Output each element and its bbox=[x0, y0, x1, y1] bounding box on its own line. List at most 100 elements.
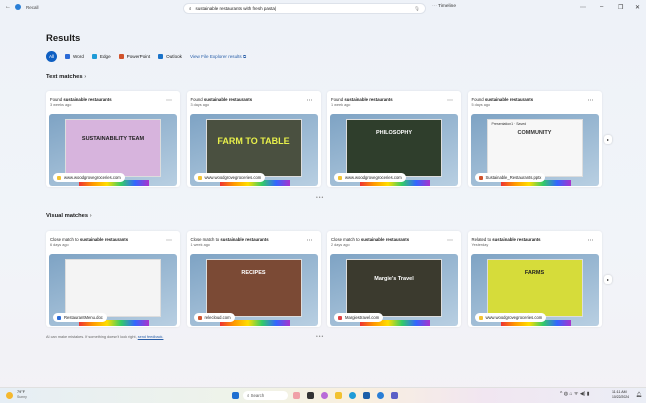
recall-taskbar-icon[interactable] bbox=[377, 392, 384, 399]
more-options-icon[interactable]: ⋯ bbox=[166, 97, 172, 104]
slide-preview: RECIPES bbox=[205, 259, 302, 317]
screenshot-thumbnail[interactable]: RestaurantMenu.doc bbox=[49, 254, 177, 326]
clock-time: 11:11 AM bbox=[612, 390, 627, 394]
more-options-icon[interactable]: ⋯ bbox=[307, 97, 313, 104]
recall-logo-icon bbox=[15, 4, 21, 10]
source-app-icon bbox=[338, 175, 342, 180]
filter-word[interactable]: Word bbox=[65, 54, 84, 59]
slide-preview: Margie's Travel bbox=[346, 259, 442, 317]
edge-icon bbox=[91, 54, 97, 59]
filter-powerpoint[interactable]: PowerPoint bbox=[118, 54, 150, 59]
slide-preview: PHILOSOPHY bbox=[346, 119, 442, 177]
teams-icon[interactable] bbox=[391, 392, 398, 399]
timeline-button[interactable]: ⋯ Timeline bbox=[432, 4, 456, 9]
source-app-icon bbox=[57, 175, 61, 180]
copilot-icon[interactable] bbox=[321, 392, 328, 399]
next-arrow-visual-matches[interactable]: ▸ bbox=[604, 275, 612, 284]
minimize-icon[interactable]: – bbox=[600, 4, 603, 10]
pagination-dots[interactable]: ••• bbox=[316, 334, 324, 340]
weather-sun-icon[interactable] bbox=[6, 392, 13, 399]
title-bar: ← Recall ⌕ sustainable restaurants with … bbox=[0, 0, 646, 16]
screenshot-thumbnail[interactable]: Presentation1 · Saved COMMUNITY Sustaina… bbox=[470, 114, 599, 186]
search-icon: ⌕ bbox=[189, 6, 192, 11]
card-time: 1 week ago bbox=[331, 103, 351, 107]
store-icon[interactable] bbox=[363, 392, 370, 399]
visual-matches-heading[interactable]: Visual matches › bbox=[46, 213, 92, 219]
result-card[interactable]: Related to sustainable restaurants Yeste… bbox=[467, 231, 602, 327]
source-pill[interactable]: www.woodgrovegroceries.com bbox=[474, 313, 547, 322]
disclaimer: AI can make mistakes. If something doesn… bbox=[46, 335, 164, 339]
slide-title: FARMS bbox=[524, 270, 545, 276]
filter-bar: All Word Edge PowerPoint Outlook View File Ex… bbox=[46, 51, 246, 62]
restore-icon[interactable]: ❐ bbox=[618, 4, 623, 11]
source-pill[interactable]: relecloud.com bbox=[193, 313, 235, 322]
card-time: 3 days ago bbox=[190, 103, 210, 107]
screenshot-thumbnail[interactable]: RECIPES relecloud.com bbox=[189, 254, 318, 326]
task-view-icon[interactable] bbox=[307, 392, 314, 399]
result-card[interactable]: Close match to sustainable restaurants 6… bbox=[46, 231, 180, 327]
source-pill[interactable]: Margiestravel.com bbox=[334, 313, 384, 322]
search-input[interactable]: ⌕ sustainable restaurants with fresh pas… bbox=[183, 3, 426, 14]
card-time: Yesterday bbox=[471, 243, 489, 247]
result-card[interactable]: Found sustainable restaurants 5 days ago… bbox=[467, 91, 602, 187]
source-pill[interactable]: Sustainable_Restaurants.pptx bbox=[474, 173, 546, 182]
source-app-icon bbox=[197, 315, 202, 320]
slide-preview: Presentation1 · Saved COMMUNITY bbox=[486, 119, 583, 177]
slide-title: FARM TO TABLE bbox=[217, 136, 290, 146]
more-options-icon[interactable]: ⋯ bbox=[307, 237, 313, 244]
more-options-icon[interactable]: ⋯ bbox=[588, 97, 594, 104]
result-card[interactable]: Found sustainable restaurants 3 weeks ag… bbox=[46, 91, 180, 187]
slide-preview: FARM TO TABLE bbox=[205, 119, 302, 177]
filter-outlook[interactable]: Outlook bbox=[158, 54, 182, 59]
screenshot-thumbnail[interactable]: PHILOSOPHY www.woodgrovegroceries.com bbox=[330, 114, 458, 186]
close-icon[interactable]: ✕ bbox=[635, 4, 640, 11]
filter-edge[interactable]: Edge bbox=[91, 54, 111, 59]
result-card[interactable]: Found sustainable restaurants 3 days ago… bbox=[186, 91, 321, 187]
send-feedback-link[interactable]: send feedback. bbox=[138, 335, 164, 339]
back-icon[interactable]: ← bbox=[5, 4, 11, 10]
card-time: 6 days ago bbox=[50, 243, 69, 247]
notifications-icon[interactable]: 🔔︎ bbox=[636, 392, 642, 398]
microphone-icon[interactable]: 🎙 bbox=[414, 6, 420, 12]
card-heading: Found sustainable restaurants bbox=[190, 97, 253, 102]
slide-preview: FARMS bbox=[486, 259, 583, 317]
card-heading: Close match to sustainable restaurants bbox=[190, 237, 269, 242]
result-card[interactable]: Close match to sustainable restaurants 2… bbox=[327, 231, 461, 327]
more-options-icon[interactable]: ⋯ bbox=[166, 237, 172, 244]
more-options-icon[interactable]: ⋯ bbox=[588, 237, 594, 244]
widgets-icon[interactable] bbox=[293, 392, 300, 399]
slide-title: PHILOSOPHY bbox=[375, 130, 413, 136]
file-explorer-icon[interactable] bbox=[335, 392, 342, 399]
filter-all[interactable]: All bbox=[46, 51, 57, 62]
pagination-dots[interactable]: ••• bbox=[316, 195, 324, 201]
file-explorer-link[interactable]: View File Explorer results ⧉ bbox=[190, 54, 246, 59]
screenshot-thumbnail[interactable]: FARM TO TABLE www.woodgrovegroceries.com bbox=[189, 114, 318, 186]
taskbar: 79°F Sunny ⌕ Search ^ ◍ ⌂ ᯤ ◀) ▮ 11:11 A… bbox=[0, 387, 646, 403]
edge-icon[interactable] bbox=[349, 392, 356, 399]
screenshot-thumbnail[interactable]: FARMS www.woodgrovegroceries.com bbox=[470, 254, 599, 326]
page-title: Results bbox=[46, 33, 81, 44]
taskbar-search[interactable]: ⌕ Search bbox=[243, 391, 288, 400]
source-pill[interactable]: www.woodgrovegroceries.com bbox=[193, 173, 266, 182]
more-options-icon[interactable]: ⋯ bbox=[447, 237, 453, 244]
screenshot-thumbnail[interactable]: SUSTAINABILITY TEAM www.woodgrovegroceri… bbox=[49, 114, 177, 186]
tray-icons[interactable]: ^ ◍ ⌂ ᯤ ◀) ▮ bbox=[560, 391, 590, 397]
source-pill[interactable]: RestaurantMenu.doc bbox=[53, 313, 107, 322]
next-arrow-text-matches[interactable]: ▸ bbox=[604, 135, 612, 144]
card-heading: Found sustainable restaurants bbox=[471, 97, 534, 102]
start-icon[interactable] bbox=[232, 392, 239, 399]
card-heading: Close match to sustainable restaurants bbox=[331, 237, 410, 242]
result-card[interactable]: Close match to sustainable restaurants 1… bbox=[186, 231, 321, 327]
text-matches-heading[interactable]: Text matches › bbox=[46, 74, 86, 80]
more-options-icon[interactable]: ⋯ bbox=[447, 97, 453, 104]
card-time: 1 week ago bbox=[190, 243, 210, 247]
card-time: 5 days ago bbox=[471, 103, 491, 107]
source-app-icon bbox=[197, 175, 202, 180]
result-card[interactable]: Found sustainable restaurants 1 week ago… bbox=[327, 91, 461, 187]
source-pill[interactable]: www.woodgrovegroceries.com bbox=[53, 173, 125, 182]
card-heading: Close match to sustainable restaurants bbox=[50, 237, 129, 242]
screenshot-thumbnail[interactable]: Margie's Travel Margiestravel.com bbox=[330, 254, 458, 326]
source-pill[interactable]: www.woodgrovegroceries.com bbox=[334, 173, 406, 182]
slide-preview bbox=[65, 259, 161, 317]
more-options-icon[interactable]: ⋯ bbox=[580, 4, 586, 11]
